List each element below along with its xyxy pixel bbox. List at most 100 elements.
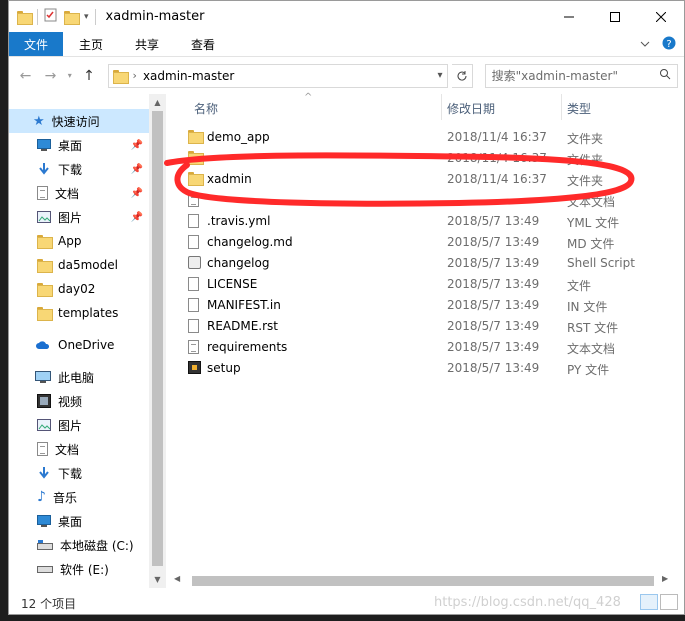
expand-ribbon-icon[interactable] xyxy=(640,37,650,51)
column-date[interactable]: 修改日期 xyxy=(447,100,495,117)
file-row[interactable]: 2018/11/4 16:37 文件夹 xyxy=(166,148,684,169)
nav-scrollbar[interactable]: ▲ ▼ xyxy=(149,94,166,588)
file-type: 文本文档 xyxy=(567,195,616,209)
nav-this-pc[interactable]: 此电脑 xyxy=(9,365,149,389)
horizontal-scroll-thumb[interactable] xyxy=(192,576,654,586)
search-input[interactable] xyxy=(491,68,660,83)
file-row[interactable]: requirements 2018/5/7 13:49 文本文档 xyxy=(166,337,684,358)
file-row[interactable]: README.rst 2018/5/7 13:49 RST 文件 xyxy=(166,316,684,337)
nav-quick-access[interactable]: ★ 快速访问 xyxy=(9,109,149,133)
scroll-down-icon[interactable]: ▼ xyxy=(149,571,166,588)
chevron-down-icon[interactable]: ▾ xyxy=(438,70,443,81)
nav-scroll-thumb[interactable] xyxy=(152,111,163,566)
search-icon[interactable] xyxy=(659,68,671,83)
column-divider[interactable] xyxy=(561,94,562,120)
tab-share[interactable]: 共享 xyxy=(119,32,175,56)
nav-item-downloads[interactable]: 下载 📌 xyxy=(9,157,149,181)
folder-icon xyxy=(37,259,53,273)
file-row[interactable]: demo_app 2018/11/4 16:37 文件夹 xyxy=(166,127,684,148)
pin-icon[interactable]: 📌 xyxy=(131,212,143,223)
nav-label: da5model xyxy=(58,258,118,272)
nav-item-pc-pictures[interactable]: 图片 xyxy=(9,413,149,437)
nav-label: 文档 xyxy=(55,442,80,457)
file-row[interactable]: changelog 2018/5/7 13:49 Shell Script xyxy=(166,253,684,274)
nav-item-drive-c[interactable]: 本地磁盘 (C:) xyxy=(9,533,149,557)
file-rows: demo_app 2018/11/4 16:37 文件夹 2018/11/4 16:3… xyxy=(166,127,684,379)
nav-item-drive-e[interactable]: 软件 (E:) xyxy=(9,557,149,581)
forward-arrow-icon[interactable]: → xyxy=(40,65,61,87)
nav-item-app[interactable]: App xyxy=(9,229,149,253)
nav-item-desktop[interactable]: 桌面 📌 xyxy=(9,133,149,157)
tab-view[interactable]: 查看 xyxy=(175,32,231,56)
address-bar[interactable]: › xadmin-master ▾ xyxy=(107,63,448,88)
file-type: RST 文件 xyxy=(567,321,619,335)
nav-label: 桌面 xyxy=(58,138,83,153)
pictures-icon xyxy=(37,419,51,431)
ribbon-tabs: 文件 主页 共享 查看 ? xyxy=(9,32,684,57)
drive-icon xyxy=(37,566,53,573)
column-divider[interactable] xyxy=(441,94,442,120)
file-row[interactable]: MANIFEST.in 2018/5/7 13:49 IN 文件 xyxy=(166,295,684,316)
horizontal-scrollbar[interactable]: ◀ ▶ xyxy=(174,574,674,588)
breadcrumb[interactable]: xadmin-master xyxy=(143,69,234,83)
pin-icon[interactable]: 📌 xyxy=(131,164,143,175)
nav-item-pc-desktop[interactable]: 桌面 xyxy=(9,509,149,533)
details-view-icon[interactable] xyxy=(640,594,658,610)
nav-label: templates xyxy=(58,306,119,320)
up-arrow-icon[interactable]: ↑ xyxy=(79,65,100,87)
nav-item-templates[interactable]: templates xyxy=(9,301,149,325)
nav-item-music[interactable]: ♪ 音乐 xyxy=(9,485,149,509)
nav-onedrive[interactable]: OneDrive xyxy=(9,333,149,357)
nav-item-pc-downloads[interactable]: 下载 xyxy=(9,461,149,485)
nav-item-videos[interactable]: 视频 xyxy=(9,389,149,413)
nav-item-documents[interactable]: 文档 📌 xyxy=(9,181,149,205)
close-button[interactable] xyxy=(638,1,684,32)
tab-home[interactable]: 主页 xyxy=(63,32,119,56)
nav-label: 下载 xyxy=(58,162,83,177)
recent-locations-icon[interactable]: ▾ xyxy=(65,65,75,87)
nav-item-pc-documents[interactable]: 文档 xyxy=(9,437,149,461)
search-box[interactable] xyxy=(484,63,679,88)
sort-up-icon: ^ xyxy=(304,92,313,103)
file-type: 文件 xyxy=(567,279,592,293)
file-row[interactable]: LICENSE 2018/5/7 13:49 文件 xyxy=(166,274,684,295)
file-type: 文件夹 xyxy=(567,153,604,167)
file-row[interactable]: setup 2018/5/7 13:49 PY 文件 xyxy=(166,358,684,379)
column-type[interactable]: 类型 xyxy=(567,100,591,117)
file-row[interactable]: changelog.md 2018/5/7 13:49 MD 文件 xyxy=(166,232,684,253)
download-arrow-icon xyxy=(39,163,49,175)
help-icon[interactable]: ? xyxy=(662,36,676,53)
file-type: MD 文件 xyxy=(567,237,615,251)
back-arrow-icon[interactable]: ← xyxy=(15,65,36,87)
maximize-button[interactable] xyxy=(592,1,638,32)
file-list: ^ 名称 修改日期 类型 demo_app 2018/11/4 16:37 文件夹 2… xyxy=(166,92,684,588)
nav-item-day02[interactable]: day02 xyxy=(9,277,149,301)
refresh-button[interactable] xyxy=(451,63,473,88)
file-row[interactable]: 文本文档 xyxy=(166,190,684,211)
pin-icon[interactable]: 📌 xyxy=(131,188,143,199)
customize-toolbar-icon[interactable]: ▾ xyxy=(84,12,89,22)
text-doc-icon xyxy=(188,340,202,355)
properties-icon[interactable] xyxy=(44,8,58,25)
file-icon xyxy=(188,235,202,250)
nav-item-da5model[interactable]: da5model xyxy=(9,253,149,277)
item-count: 12 个项目 xyxy=(21,596,77,611)
pin-icon[interactable]: 📌 xyxy=(131,140,143,151)
chevron-right-icon[interactable]: › xyxy=(133,69,137,82)
nav-label: 图片 xyxy=(58,418,83,433)
nav-label: day02 xyxy=(58,282,96,296)
file-row[interactable]: .travis.yml 2018/5/7 13:49 YML 文件 xyxy=(166,211,684,232)
main-area: ★ 快速访问 桌面 📌 下载 📌 文档 📌 图片 📌 App da5model … xyxy=(9,92,684,588)
nav-item-pictures[interactable]: 图片 📌 xyxy=(9,205,149,229)
minimize-button[interactable] xyxy=(546,1,592,32)
background-terminal xyxy=(0,0,8,621)
scroll-left-icon[interactable]: ◀ xyxy=(174,574,180,583)
scroll-right-icon[interactable]: ▶ xyxy=(662,574,668,583)
new-folder-icon[interactable] xyxy=(64,10,80,25)
tab-file[interactable]: 文件 xyxy=(9,32,64,56)
file-row[interactable]: xadmin 2018/11/4 16:37 文件夹 xyxy=(166,169,684,190)
desktop-icon xyxy=(37,515,51,527)
scroll-up-icon[interactable]: ▲ xyxy=(149,94,166,111)
column-name[interactable]: 名称 xyxy=(194,100,218,117)
large-icons-view-icon[interactable] xyxy=(660,594,678,610)
